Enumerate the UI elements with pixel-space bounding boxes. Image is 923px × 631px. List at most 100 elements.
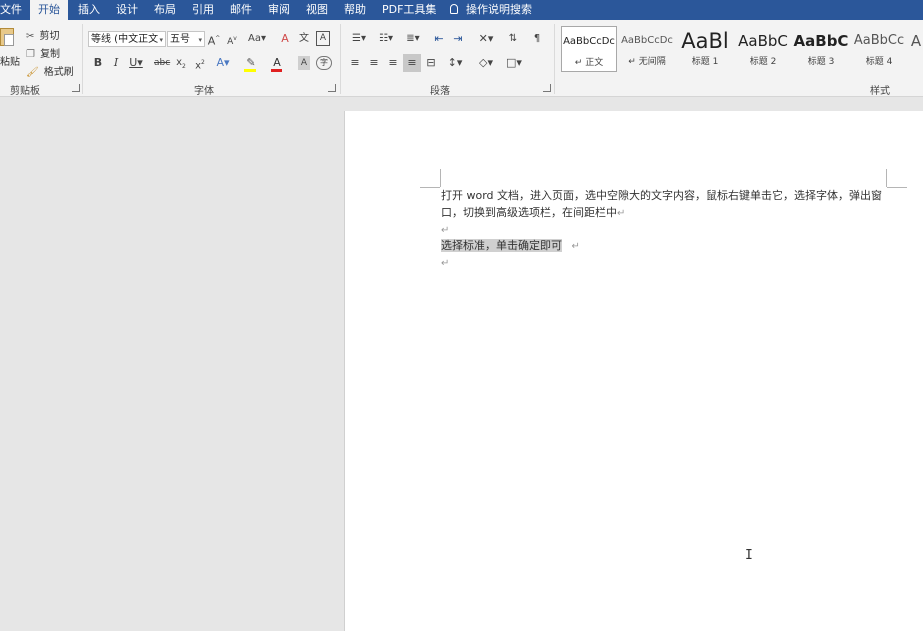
strikethrough-icon[interactable]: abc bbox=[154, 56, 170, 70]
font-name-select[interactable]: 等线 (中文正文 ▾ bbox=[88, 31, 166, 47]
cut-button[interactable]: ✂ 剪切 bbox=[26, 24, 59, 43]
clear-formatting-icon[interactable]: A bbox=[278, 32, 292, 46]
paragraph-dialog-launcher[interactable] bbox=[543, 84, 551, 92]
highlight-color-icon[interactable]: ✎ bbox=[242, 56, 260, 72]
tab-home[interactable]: 开始 bbox=[30, 0, 68, 20]
paragraph-mark-icon: ↵ bbox=[441, 225, 450, 236]
clipboard-dialog-launcher[interactable] bbox=[72, 84, 80, 92]
tab-file[interactable]: 文件 bbox=[0, 0, 22, 20]
cut-icon: ✂ bbox=[26, 31, 35, 42]
underline-icon[interactable]: U▾ bbox=[128, 56, 144, 70]
distributed-icon[interactable]: ⊟ bbox=[424, 56, 438, 70]
crop-mark bbox=[886, 169, 887, 187]
cut-label: 剪切 bbox=[39, 31, 60, 42]
copy-icon: ❐ bbox=[26, 49, 35, 60]
paste-icon[interactable] bbox=[0, 26, 16, 50]
align-center-icon[interactable]: ≡ bbox=[367, 56, 381, 70]
style-heading-4[interactable]: AaBbCc 标题 4 bbox=[851, 26, 907, 72]
tab-mailings[interactable]: 邮件 bbox=[230, 0, 252, 20]
borders-icon[interactable]: □▾ bbox=[504, 56, 524, 70]
style-no-spacing[interactable]: AaBbCcDc ↵ 无间隔 bbox=[619, 26, 675, 72]
style-name: ↵ 正文 bbox=[562, 57, 616, 69]
line-spacing-icon[interactable]: ↕▾ bbox=[445, 56, 465, 70]
italic-icon[interactable]: I bbox=[110, 56, 122, 70]
style-name: 标题 3 bbox=[807, 57, 835, 67]
group-divider bbox=[82, 24, 83, 94]
style-heading-1[interactable]: AaBl 标题 1 bbox=[677, 26, 733, 72]
font-size-select[interactable]: 五号 ▾ bbox=[167, 31, 205, 47]
style-normal[interactable]: AaBbCcDc ↵ 正文 bbox=[561, 26, 617, 72]
align-left-icon[interactable]: ≡ bbox=[348, 56, 362, 70]
superscript-icon[interactable]: x2 bbox=[193, 56, 207, 73]
style-heading-2[interactable]: AaBbC 标题 2 bbox=[735, 26, 791, 72]
font-dialog-launcher[interactable] bbox=[328, 84, 336, 92]
font-color-icon[interactable]: A bbox=[268, 56, 286, 72]
justify-icon[interactable]: ≡ bbox=[403, 54, 421, 72]
sort-icon[interactable]: ⇅ bbox=[506, 32, 520, 46]
bullets-icon[interactable]: ☰▾ bbox=[348, 32, 370, 46]
grow-font-icon[interactable]: A^ bbox=[207, 32, 221, 49]
paragraph-mark-icon: ↵ bbox=[574, 58, 583, 68]
style-preview: AaBbC bbox=[738, 32, 788, 50]
crop-mark bbox=[420, 187, 440, 188]
ribbon-tab-bar: 文件 开始 插入 设计 布局 引用 邮件 审阅 视图 帮助 PDF工具集 操作说… bbox=[0, 0, 923, 20]
style-preview: AaBl bbox=[681, 29, 729, 53]
doc-empty-paragraph: ↵ bbox=[441, 222, 449, 239]
style-preview: AaBbCcDc bbox=[621, 35, 673, 46]
style-preview: A bbox=[910, 32, 922, 50]
format-painter-button[interactable]: 🖌 格式刷 bbox=[26, 60, 74, 79]
copy-label: 复制 bbox=[40, 49, 61, 60]
shading-icon[interactable]: ◇▾ bbox=[476, 56, 496, 70]
tab-layout[interactable]: 布局 bbox=[154, 0, 176, 20]
chevron-down-icon: ▾ bbox=[198, 36, 202, 44]
paragraph-mark-icon: ↵ bbox=[628, 57, 636, 67]
tab-help[interactable]: 帮助 bbox=[344, 0, 366, 20]
paragraph-mark-icon: ↵ bbox=[571, 241, 580, 252]
copy-button[interactable]: ❐ 复制 bbox=[26, 42, 60, 61]
tab-view[interactable]: 视图 bbox=[306, 0, 328, 20]
change-case-icon[interactable]: Aa▾ bbox=[247, 32, 267, 46]
multilevel-list-icon[interactable]: ≣▾ bbox=[402, 32, 424, 46]
chinese-layout-icon[interactable]: ✕▾ bbox=[476, 32, 496, 46]
chevron-down-icon: ▾ bbox=[159, 36, 163, 44]
decrease-indent-icon[interactable]: ⇤ bbox=[432, 32, 446, 46]
numbering-icon[interactable]: ☷▾ bbox=[375, 32, 397, 46]
crop-mark bbox=[440, 169, 441, 187]
i-beam-cursor-icon: I bbox=[745, 548, 753, 563]
character-border-icon[interactable]: A bbox=[316, 31, 330, 46]
tell-me-search[interactable]: 操作说明搜索 bbox=[450, 0, 532, 20]
shrink-font-icon[interactable]: Av bbox=[225, 32, 239, 49]
paragraph-mark-icon: ↵ bbox=[617, 208, 626, 219]
group-divider bbox=[340, 24, 341, 94]
show-marks-icon[interactable]: ¶ bbox=[530, 32, 544, 46]
align-right-icon[interactable]: ≡ bbox=[386, 56, 400, 70]
style-name-text: 无间隔 bbox=[638, 57, 666, 67]
crop-mark bbox=[887, 187, 907, 188]
doc-empty-paragraph: ↵ bbox=[441, 255, 449, 272]
phonetic-guide-icon[interactable]: 文 bbox=[297, 32, 311, 46]
font-size-value: 五号 bbox=[170, 34, 190, 45]
tab-design[interactable]: 设计 bbox=[116, 0, 138, 20]
style-name-text: 正文 bbox=[585, 58, 604, 68]
document-page[interactable]: 打开 word 文档，进入页面，选中空隙大的文字内容，鼠标右键单击它，选择字体，… bbox=[344, 111, 923, 631]
increase-indent-icon[interactable]: ⇥ bbox=[451, 32, 465, 46]
doc-text: 口，切换到高级选项栏，在间距栏中 bbox=[441, 206, 617, 219]
style-more[interactable]: A bbox=[909, 26, 923, 72]
enclose-characters-icon[interactable]: 字 bbox=[316, 56, 332, 70]
character-shading-icon[interactable]: A bbox=[298, 56, 310, 70]
styles-group-label: 样式 bbox=[870, 86, 890, 97]
format-painter-label: 格式刷 bbox=[43, 67, 74, 78]
text-effects-icon[interactable]: A▾ bbox=[215, 56, 231, 70]
style-preview: AaBbC bbox=[793, 32, 849, 50]
tab-insert[interactable]: 插入 bbox=[78, 0, 100, 20]
bold-icon[interactable]: B bbox=[92, 56, 104, 70]
doc-selected-paragraph[interactable]: 选择标准，单击确定即可 ↵ bbox=[441, 238, 580, 255]
style-heading-3[interactable]: AaBbC 标题 3 bbox=[793, 26, 849, 72]
tab-pdf-tools[interactable]: PDF工具集 bbox=[382, 0, 436, 20]
tab-review[interactable]: 审阅 bbox=[268, 0, 290, 20]
paragraph-mark-icon: ↵ bbox=[441, 258, 450, 269]
paste-button-label[interactable]: 粘贴 bbox=[0, 53, 20, 68]
selected-text[interactable]: 选择标准，单击确定即可 bbox=[441, 239, 562, 252]
subscript-icon[interactable]: x2 bbox=[174, 56, 188, 74]
tab-references[interactable]: 引用 bbox=[192, 0, 214, 20]
